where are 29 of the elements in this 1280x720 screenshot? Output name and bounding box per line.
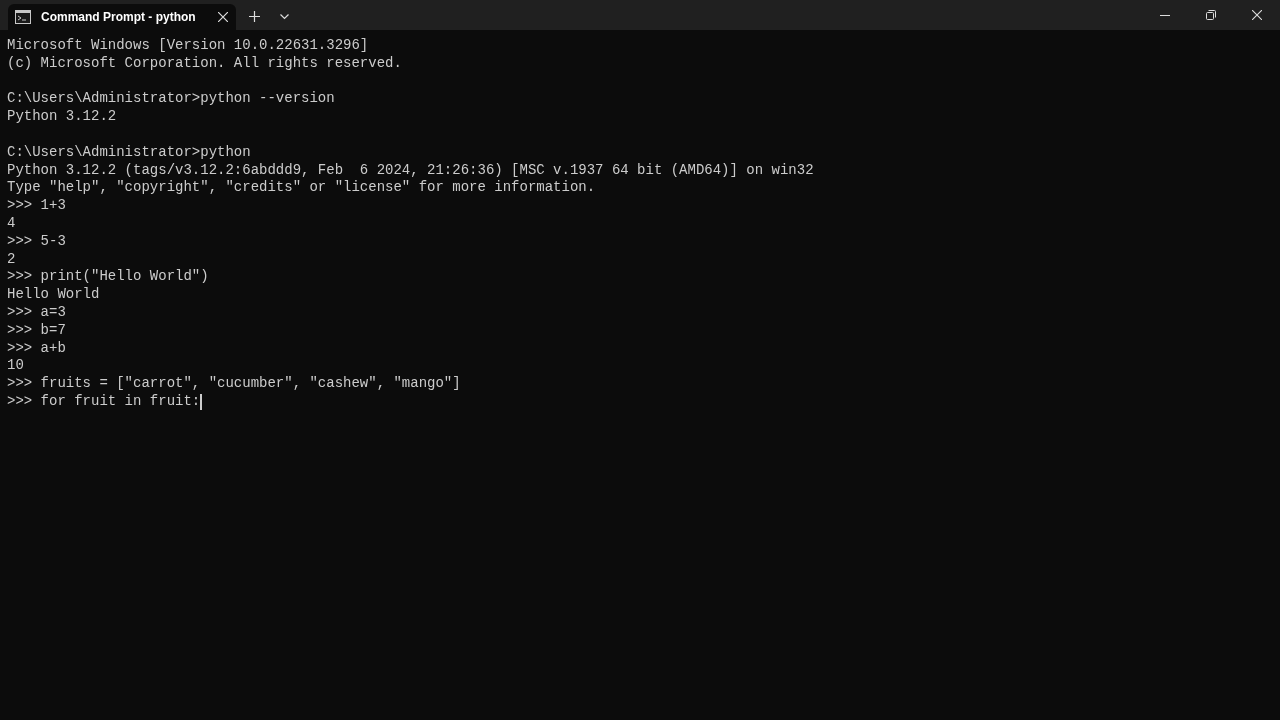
terminal-line: Type "help", "copyright", "credits" or "license" for more information.	[7, 179, 596, 198]
terminal-line: (c) Microsoft Corporation. All rights reserved.	[7, 54, 402, 73]
terminal-line: Python 3.12.2	[7, 108, 117, 126]
close-icon[interactable]	[1252, 10, 1262, 20]
close-icon[interactable]	[218, 12, 228, 22]
terminal-line: >>> a=3	[7, 303, 66, 322]
minimize-icon[interactable]	[1160, 14, 1170, 16]
terminal-line: >>> print("Hello World")	[7, 268, 209, 287]
terminal-line: Microsoft Windows [Version 10.0.22631.3296]	[7, 37, 369, 55]
terminal-line: >>> 1+3	[7, 197, 66, 215]
terminal-line: C:\Users\Administrator>python	[7, 143, 251, 162]
terminal-line: C:\Users\Administrator>python --version	[7, 90, 335, 109]
terminal-line: 10	[7, 357, 24, 376]
terminal-line: 2	[7, 250, 16, 269]
terminal-line: >>> a+b	[7, 339, 66, 358]
terminal-line: >>> b=7	[7, 321, 66, 340]
text-cursor	[200, 393, 203, 410]
tab[interactable]: Command Prompt - python	[8, 4, 236, 30]
chevron-down-icon[interactable]	[280, 14, 289, 20]
restore-icon[interactable]	[1206, 10, 1216, 20]
terminal-line: >>> 5-3	[7, 232, 66, 251]
tab-title: Command Prompt - python	[41, 9, 197, 26]
terminal-icon	[15, 10, 31, 24]
terminal-line: >>> for fruit in fruit:	[7, 392, 201, 411]
plus-icon[interactable]	[249, 11, 260, 22]
terminal-line: 4	[7, 214, 16, 233]
terminal-line: Hello World	[7, 286, 100, 304]
terminal-line: >>> fruits = ["carrot", "cucumber", "cashew", "mango"]	[7, 375, 461, 393]
terminal-line: Python 3.12.2 (tags/v3.12.2:6abddd9, Feb 6 2024, 21:26:36) [MSC v.1937 64 bit (AMD64)] on win32	[7, 161, 814, 180]
